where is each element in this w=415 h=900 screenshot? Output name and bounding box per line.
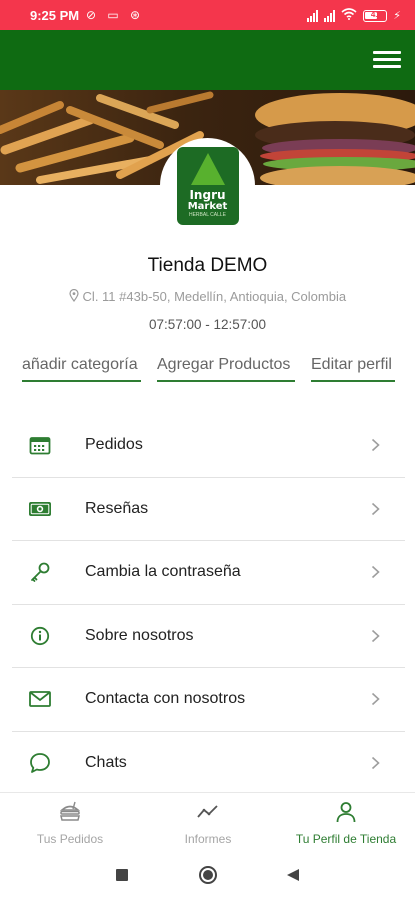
menu-item-label: Reseñas	[85, 499, 149, 517]
nav-tab-orders[interactable]: Tus Pedidos	[20, 801, 120, 846]
chevron-right-icon	[365, 629, 385, 643]
menu-item-label: Chats	[85, 753, 127, 771]
key-icon	[28, 560, 52, 584]
status-time: 9:25 PM	[30, 8, 80, 23]
signal-icon	[307, 9, 319, 22]
chevron-right-icon	[365, 565, 385, 579]
menu-item-label: Sobre nosotros	[85, 626, 194, 644]
nav-tab-store-profile[interactable]: Tu Perfil de Tienda	[286, 801, 406, 846]
back-icon[interactable]	[286, 868, 300, 887]
chevron-right-icon	[365, 438, 385, 452]
mail-icon	[28, 687, 52, 711]
notification-icons: ⊘ ▭ ⊛	[86, 8, 145, 22]
food-orders-icon	[58, 801, 82, 828]
edit-profile-button[interactable]: Editar perfil	[311, 356, 395, 382]
ingru-market-logo: Ingru Market HERBAL CALLE	[176, 146, 239, 225]
profile-actions: añadir categoría Agregar Productos Edita…	[0, 356, 415, 386]
battery-level: 41	[370, 9, 380, 19]
signal-icon-2	[324, 9, 336, 22]
app-bar	[0, 30, 415, 90]
status-right-icons: 41 ⚡	[307, 8, 401, 23]
recent-apps-icon[interactable]	[115, 868, 129, 887]
add-category-button[interactable]: añadir categoría	[22, 356, 141, 382]
status-bar: 9:25 PM ⊘ ▭ ⊛ 41 ⚡	[0, 0, 415, 30]
logo-triangle-icon	[190, 152, 225, 185]
nav-tab-label: Informes	[184, 832, 232, 846]
chevron-right-icon	[365, 502, 385, 516]
home-icon[interactable]	[198, 865, 218, 890]
bottom-navigation: Tus Pedidos Informes Tu Perfil de Tienda	[0, 792, 415, 850]
menu-item-label: Cambia la contraseña	[85, 563, 241, 581]
store-logo: Ingru Market HERBAL CALLE	[160, 138, 255, 233]
menu-item-label: Contacta con nosotros	[85, 690, 246, 708]
logo-line1: Ingru	[189, 187, 226, 202]
chevron-right-icon	[365, 692, 385, 706]
store-address: Cl. 11 #43b-50, Medellín, Antioquia, Col…	[0, 288, 415, 304]
wifi-icon	[341, 8, 357, 23]
menu-item-label: Pedidos	[85, 436, 143, 454]
menu-item-chats[interactable]: Chats	[12, 732, 405, 795]
menu-item-orders[interactable]: Pedidos	[12, 414, 405, 478]
person-icon	[335, 801, 357, 828]
calendar-icon	[28, 433, 52, 457]
charging-icon: ⚡	[393, 10, 401, 22]
nav-tab-label: Tus Pedidos	[36, 832, 104, 846]
nav-tab-reports[interactable]: Informes	[158, 801, 258, 846]
profile-menu-list: Pedidos Reseñas Cambia la contraseña Sob…	[12, 414, 405, 795]
battery-icon: 41	[363, 9, 388, 22]
logo-line2: Market	[187, 200, 228, 212]
money-icon	[28, 497, 52, 521]
logo-line3: HERBAL CALLE	[188, 211, 227, 218]
store-address-text: Cl. 11 #43b-50, Medellín, Antioquia, Col…	[82, 289, 347, 304]
system-navigation-bar	[0, 850, 415, 900]
menu-item-contact-us[interactable]: Contacta con nosotros	[12, 668, 405, 732]
nav-tab-label: Tu Perfil de Tienda	[295, 832, 397, 846]
hamburger-menu-icon[interactable]	[373, 51, 401, 71]
store-name: Tienda DEMO	[147, 255, 268, 276]
menu-item-about-us[interactable]: Sobre nosotros	[12, 605, 405, 668]
store-hours: 07:57:00 - 12:57:00	[148, 317, 267, 332]
add-products-button[interactable]: Agregar Productos	[157, 356, 295, 382]
chart-line-icon	[196, 801, 220, 828]
location-pin-icon	[69, 288, 83, 304]
chevron-right-icon	[365, 756, 385, 770]
chat-bubble-icon	[28, 751, 52, 775]
info-icon	[28, 624, 52, 648]
menu-item-change-password[interactable]: Cambia la contraseña	[12, 541, 405, 605]
menu-item-reviews[interactable]: Reseñas	[12, 478, 405, 541]
